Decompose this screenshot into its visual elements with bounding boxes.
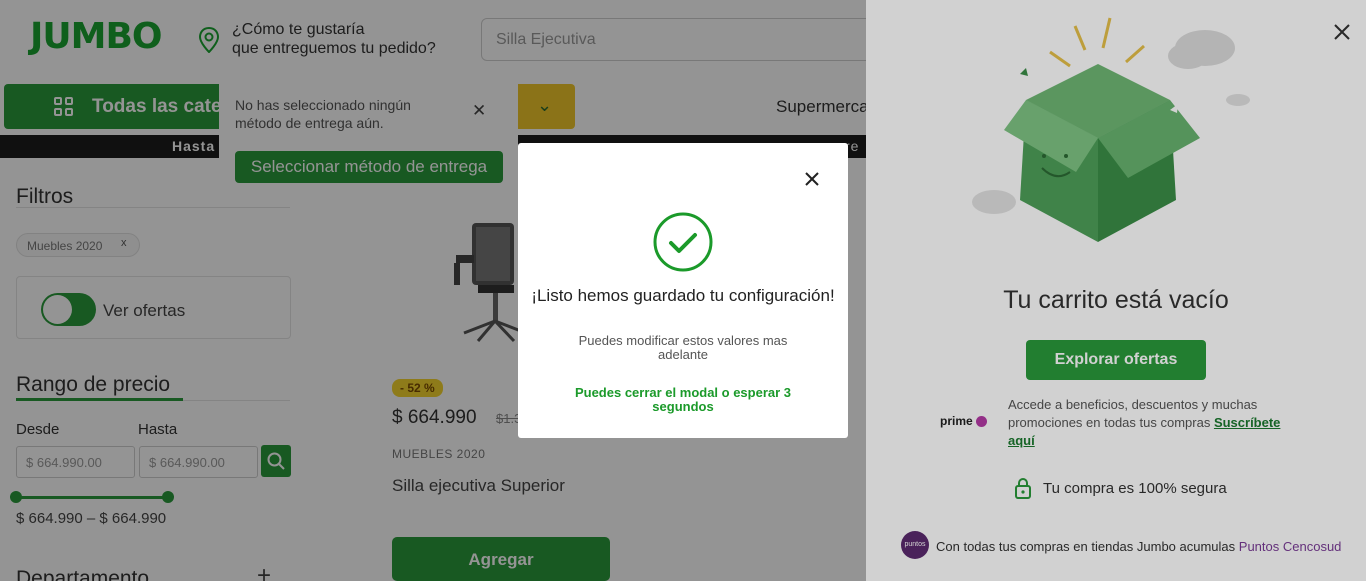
cart-panel-dim (866, 0, 1366, 581)
close-icon[interactable] (803, 170, 821, 188)
modal-autoclose-note: Puedes cerrar el modal o esperar 3 segun… (574, 385, 792, 414)
success-check-icon (653, 212, 713, 272)
modal-title: ¡Listo hemos guardado tu configuración! (531, 286, 835, 305)
modal-subtitle: Puedes modificar estos valores mas adela… (578, 333, 788, 362)
